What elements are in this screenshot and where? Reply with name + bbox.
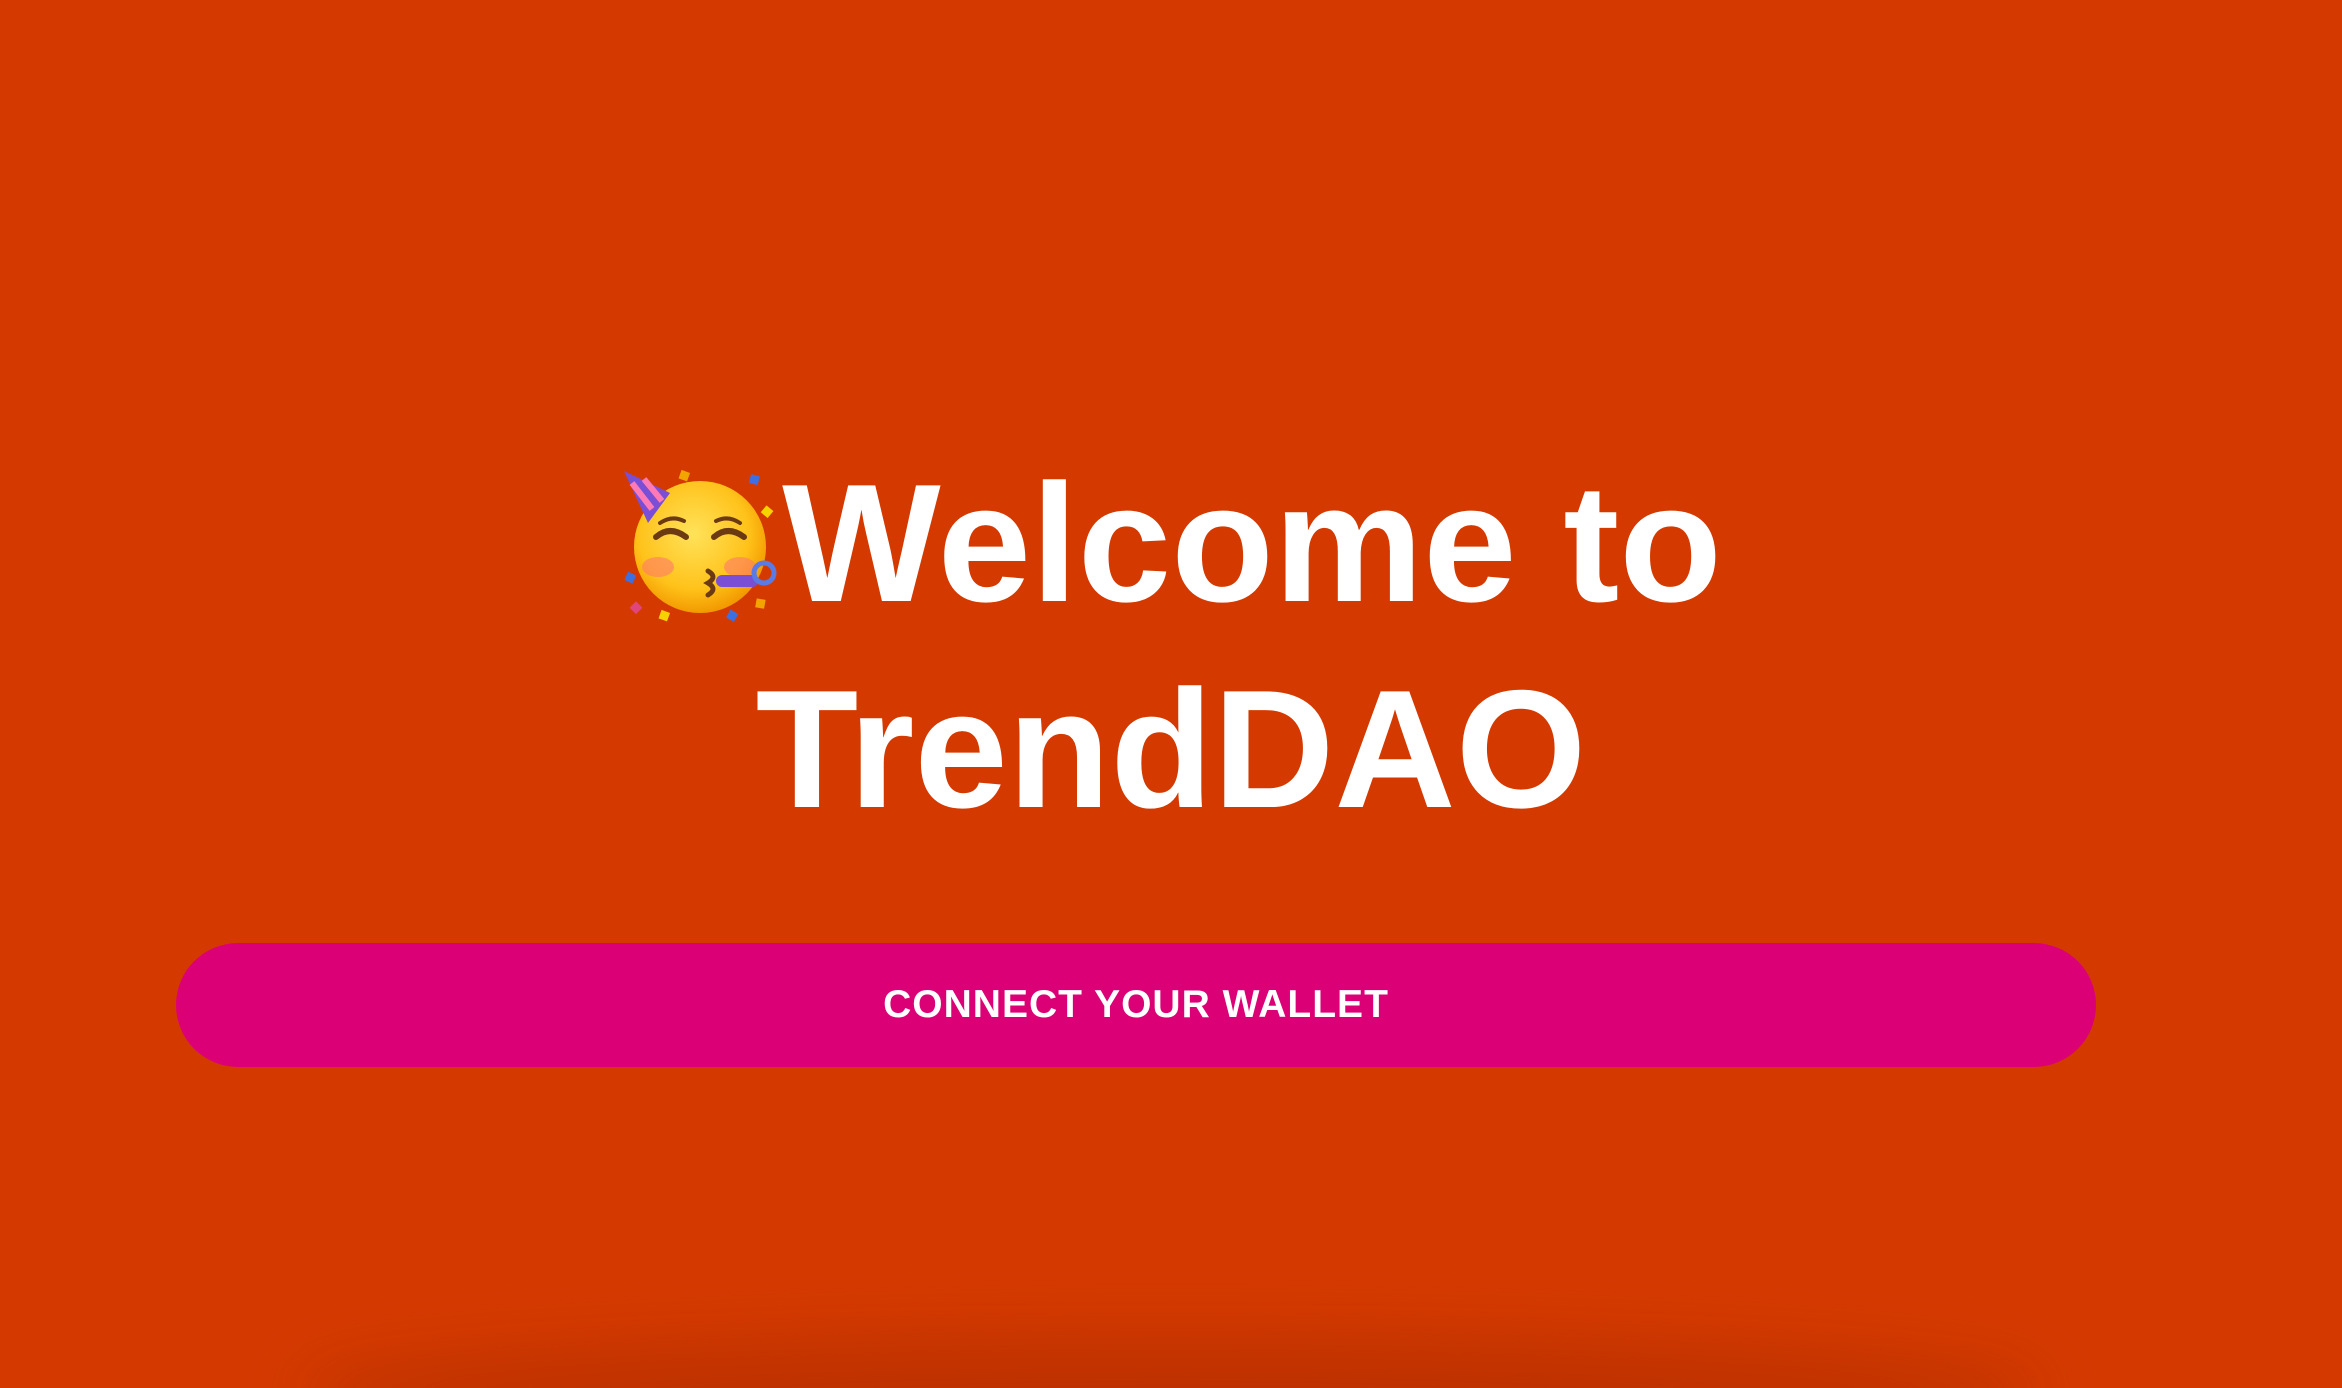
page-title: Welcome to TrendDAO	[0, 440, 2342, 852]
title-line-1-text: Welcome to	[782, 449, 1722, 637]
title-line-2: TrendDAO	[755, 655, 1587, 843]
welcome-screen: Welcome to TrendDAO CONNECT YOUR WALLET	[0, 0, 2342, 1388]
connect-wallet-button[interactable]: CONNECT YOUR WALLET	[176, 943, 2096, 1067]
bottom-shadow	[300, 1338, 2042, 1388]
title-line-1: Welcome to	[0, 440, 2342, 646]
partying-face-icon	[620, 463, 780, 623]
